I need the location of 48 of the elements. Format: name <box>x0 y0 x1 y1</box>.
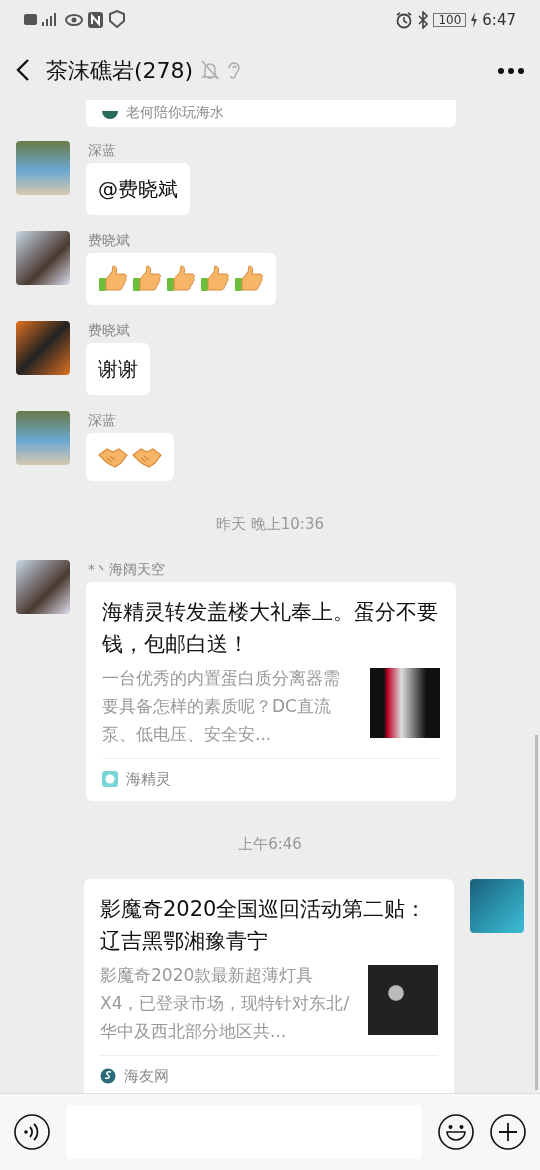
link-card[interactable]: 海精灵转发盖楼大礼奉上。蛋分不要钱，包邮白送！ 一台优秀的内置蛋白质分离器需要具备怎样的素质呢？DC直流泵、低电压、安全安... 海精灵 <box>86 581 456 801</box>
timestamp: 昨天 晚上10:36 <box>215 514 325 535</box>
add-button[interactable] <box>490 1114 526 1150</box>
sender-name: *丶海阔天空 <box>88 559 165 578</box>
link-card[interactable]: 影魔奇2020全国巡回活动第二贴：辽吉黑鄂湘豫青宁 影魔奇2020款最新超薄灯具X4，已登录市场，现特针对东北/华中及西北部分地区共... 海友网 <box>84 879 454 1093</box>
message-bubble[interactable]: @费晓斌 <box>86 163 190 215</box>
chat-title: 茶沫礁岩(278) <box>46 56 194 85</box>
article-title: 海精灵转发盖楼大礼奉上。蛋分不要钱，包邮白送！ <box>102 598 439 658</box>
sender-name: 深蓝 <box>88 141 116 159</box>
alarm-clock-icon <box>395 11 414 29</box>
more-icon <box>498 67 524 74</box>
article-source: 海精灵 <box>126 768 171 790</box>
emoji-button[interactable] <box>438 1114 474 1150</box>
voice-button[interactable] <box>14 1114 50 1150</box>
photo-placeholder <box>370 667 440 738</box>
status-time: 6:47 <box>482 9 516 31</box>
thumbs-up-icon <box>98 265 128 293</box>
thumbs-up-icon <box>234 265 264 293</box>
timestamp: 上午6:46 <box>237 833 303 855</box>
message-bubble[interactable]: 谢谢 <box>86 343 150 395</box>
ear-icon <box>227 60 242 80</box>
emoji-icon <box>438 1114 474 1150</box>
article-title: 影魔奇2020全国巡回活动第二贴：辽吉黑鄂湘豫青宁 <box>100 896 428 955</box>
app-logo-icon <box>100 1068 116 1084</box>
message-bubble[interactable] <box>86 433 174 481</box>
article-summary: 影魔奇2020款最新超薄灯具X4，已登录市场，现特针对东北/华中及西北部分地区共... <box>100 964 351 1043</box>
avatar-photo[interactable] <box>16 559 70 614</box>
add-icon <box>490 1114 526 1150</box>
app-logo-icon <box>102 770 118 787</box>
article-summary: 一台优秀的内置蛋白质分离器需要具备怎样的素质呢？DC直流泵、低电压、安全安... <box>102 666 341 746</box>
bluetooth-icon <box>417 11 430 29</box>
muted-bell-icon <box>201 60 220 80</box>
voice-icon <box>14 1114 50 1150</box>
avatar-photo[interactable] <box>16 231 70 285</box>
charging-bolt-icon <box>470 12 479 28</box>
back-button[interactable] <box>16 57 30 83</box>
photo-placeholder <box>368 965 438 1035</box>
sender-name: 费晓斌 <box>88 231 130 249</box>
battery-level: 100 <box>433 13 467 27</box>
article-source: 海友网 <box>124 1066 169 1087</box>
link-card[interactable]: 老何陪你玩海水 <box>86 100 456 127</box>
article-source: 老何陪你玩海水 <box>126 103 224 122</box>
thumbs-up-icon <box>200 265 230 293</box>
sender-name: 费晓斌 <box>88 321 130 339</box>
thumbs-up-icon <box>132 265 162 293</box>
sender-name: 深蓝 <box>88 411 116 429</box>
thumbs-up-icon <box>166 265 196 293</box>
avatar-photo[interactable] <box>16 321 70 375</box>
